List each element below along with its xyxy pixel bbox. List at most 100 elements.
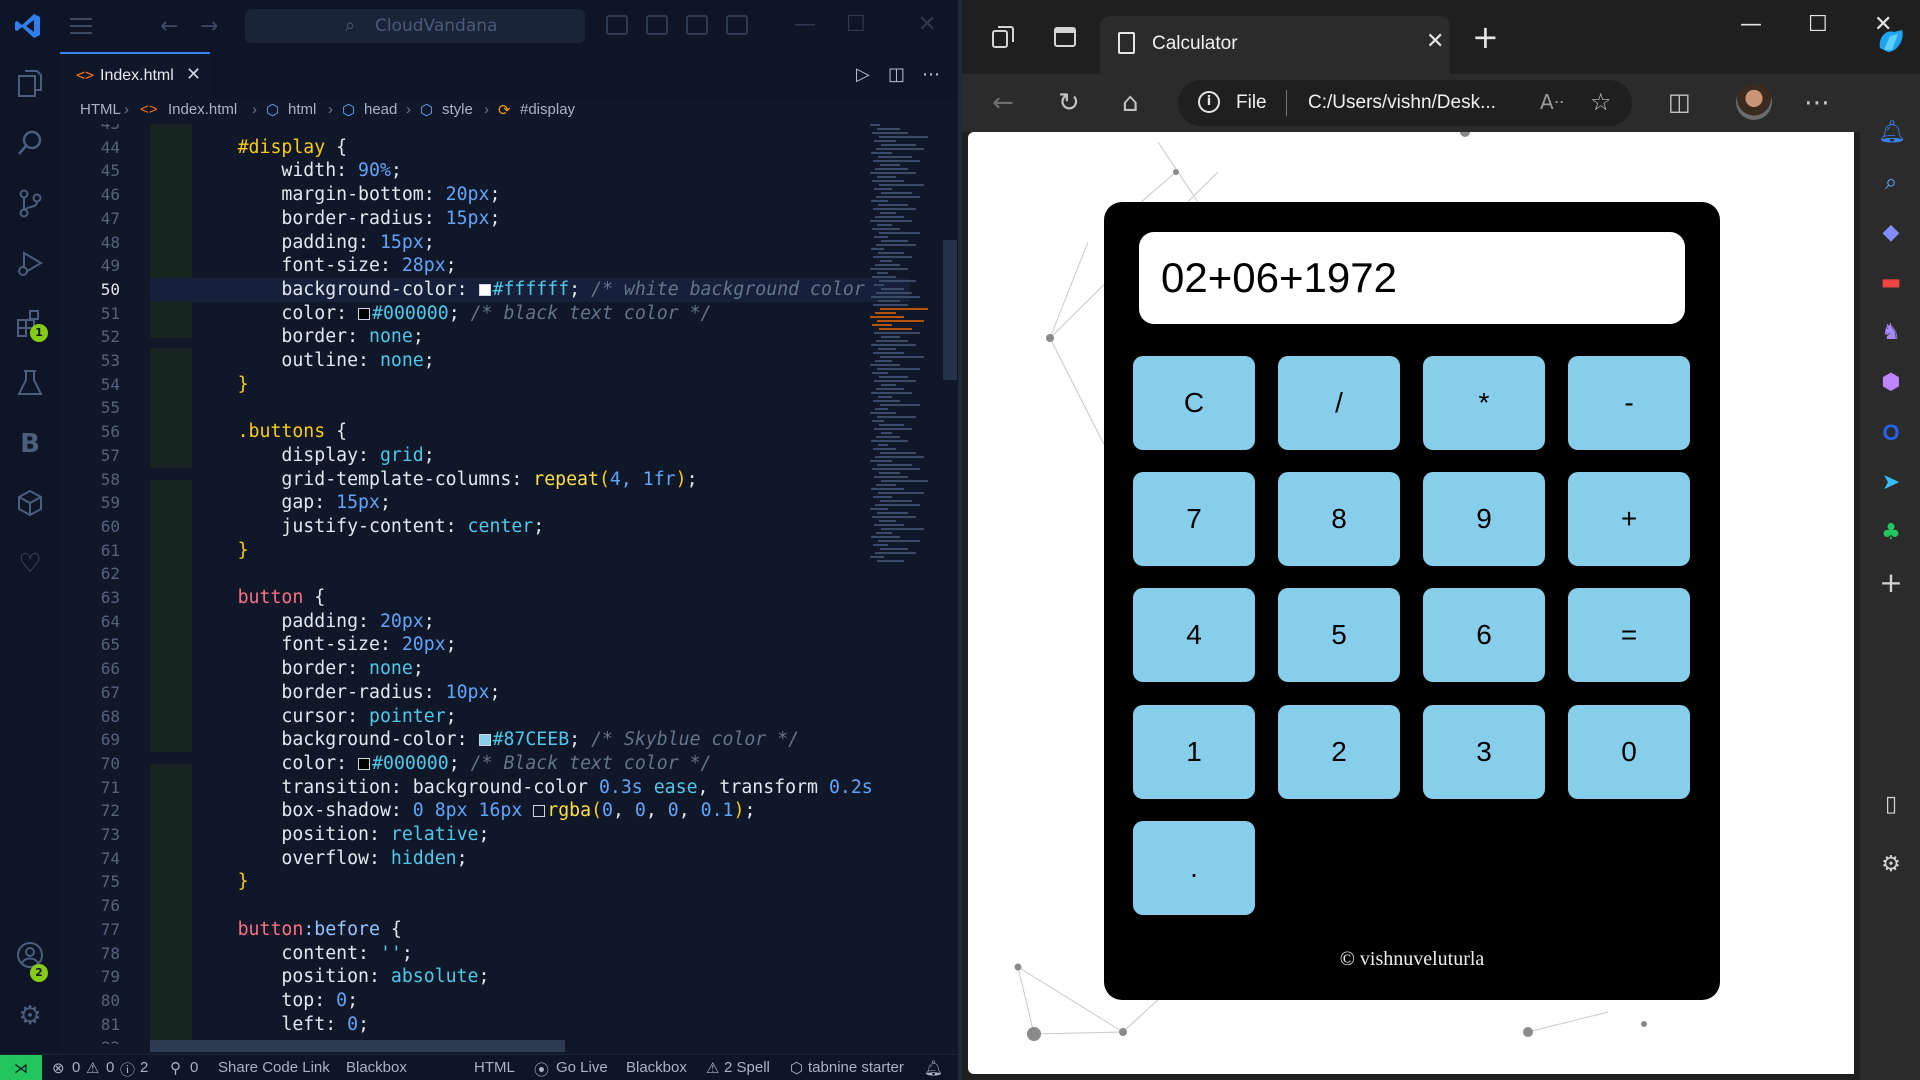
- tree-icon[interactable]: ♣: [1878, 520, 1904, 546]
- games-icon[interactable]: ♞: [1878, 320, 1904, 346]
- refresh-icon[interactable]: ↻: [1058, 88, 1080, 118]
- key-multiply[interactable]: *: [1423, 356, 1545, 450]
- color-swatch[interactable]: [478, 283, 491, 296]
- blackbox-status[interactable]: Blackbox: [626, 1059, 687, 1076]
- breadcrumb-item[interactable]: #display: [520, 101, 575, 118]
- breadcrumb-item[interactable]: html: [288, 101, 316, 118]
- color-swatch[interactable]: [478, 734, 491, 747]
- cube-icon[interactable]: [14, 488, 46, 520]
- toggle-sidebar-icon[interactable]: [606, 15, 628, 35]
- back-icon[interactable]: ←: [992, 88, 1014, 118]
- key-8[interactable]: 8: [1278, 472, 1400, 566]
- search-icon[interactable]: ⌕: [1878, 170, 1904, 196]
- breadcrumb-item[interactable]: style: [442, 101, 473, 118]
- explorer-icon[interactable]: [14, 68, 46, 100]
- sidebar-toggle-icon[interactable]: ▯: [1878, 792, 1904, 818]
- breadcrumb-item[interactable]: head: [364, 101, 397, 118]
- share-code-link[interactable]: Share Code Link: [218, 1059, 330, 1076]
- blackbox-icon[interactable]: B: [14, 428, 46, 460]
- customize-layout-icon[interactable]: [726, 15, 748, 35]
- more-options-icon[interactable]: ⋯: [1804, 88, 1830, 118]
- maximize-icon[interactable]: ☐: [1808, 12, 1828, 37]
- key-subtract[interactable]: -: [1568, 356, 1690, 450]
- color-swatch[interactable]: [358, 307, 371, 320]
- forward-icon[interactable]: →: [200, 14, 218, 39]
- tools-icon[interactable]: ▬: [1878, 270, 1904, 296]
- minimize-icon[interactable]: —: [794, 12, 816, 37]
- spell-icon[interactable]: ⚠: [706, 1059, 719, 1077]
- testing-icon[interactable]: [14, 368, 46, 400]
- horizontal-scrollbar[interactable]: [150, 1040, 565, 1052]
- read-aloud-icon[interactable]: Aᐧᐧ: [1540, 90, 1564, 114]
- errors-icon[interactable]: ⊗: [52, 1059, 65, 1077]
- warnings-icon[interactable]: ⚠: [86, 1059, 99, 1077]
- tab-actions-icon[interactable]: [1052, 24, 1078, 50]
- blackbox-status[interactable]: Blackbox: [346, 1059, 407, 1076]
- warnings-count[interactable]: 0: [106, 1059, 114, 1076]
- errors-count[interactable]: 0: [72, 1059, 80, 1076]
- toggle-secondary-sidebar-icon[interactable]: [686, 15, 708, 35]
- menu-icon[interactable]: [70, 16, 94, 36]
- source-control-icon[interactable]: [14, 188, 46, 220]
- key-7[interactable]: 7: [1133, 472, 1255, 566]
- settings-gear-icon[interactable]: ⚙: [14, 1000, 46, 1032]
- split-editor-icon[interactable]: ◫: [888, 64, 905, 85]
- spell-status[interactable]: 2 Spell: [724, 1059, 770, 1076]
- more-actions-icon[interactable]: ⋯: [922, 64, 940, 85]
- home-icon[interactable]: ⌂: [1122, 88, 1139, 118]
- key-3[interactable]: 3: [1423, 705, 1545, 799]
- maximize-icon[interactable]: ☐: [846, 12, 866, 37]
- key-clear[interactable]: C: [1133, 356, 1255, 450]
- minimize-icon[interactable]: —: [1740, 12, 1762, 37]
- command-center-search[interactable]: ⌕ CloudVandana: [245, 9, 585, 43]
- color-swatch[interactable]: [358, 757, 371, 770]
- breadcrumb-item[interactable]: HTML: [80, 101, 121, 118]
- address-bar[interactable]: i File C:/Users/vishn/Desk... Aᐧᐧ ☆: [1178, 80, 1632, 126]
- add-sidebar-icon[interactable]: +: [1878, 569, 1904, 597]
- key-5[interactable]: 5: [1278, 588, 1400, 682]
- ports-count[interactable]: 0: [190, 1059, 198, 1076]
- key-decimal[interactable]: .: [1133, 821, 1255, 915]
- info-icon[interactable]: i: [1198, 91, 1220, 113]
- color-swatch[interactable]: [533, 805, 546, 818]
- key-9[interactable]: 9: [1423, 472, 1545, 566]
- info-count[interactable]: 2: [140, 1059, 148, 1076]
- breadcrumb-item[interactable]: Index.html: [168, 101, 237, 118]
- run-debug-icon[interactable]: [14, 248, 46, 280]
- shopping-tag-icon[interactable]: ◆: [1878, 220, 1904, 246]
- search-icon[interactable]: [14, 128, 46, 160]
- remote-indicator-icon[interactable]: ⋊: [0, 1055, 42, 1080]
- go-live-icon[interactable]: ⦿: [534, 1059, 549, 1080]
- tab-calculator[interactable]: Calculator ✕: [1100, 16, 1450, 74]
- notification-bell-icon[interactable]: 🔔︎: [1878, 120, 1906, 146]
- avatar[interactable]: [1736, 84, 1772, 120]
- vertical-scrollbar[interactable]: [943, 240, 957, 380]
- send-icon[interactable]: ➤: [1878, 470, 1904, 496]
- notifications-bell-icon[interactable]: 🔔︎: [924, 1059, 943, 1077]
- heart-icon[interactable]: ♡: [14, 548, 46, 580]
- close-window-icon[interactable]: ✕: [918, 12, 936, 37]
- tabnine-icon[interactable]: ⬡: [790, 1059, 803, 1077]
- address-url[interactable]: C:/Users/vishn/Desk...: [1308, 92, 1496, 114]
- microsoft-365-icon[interactable]: ⬢: [1878, 370, 1904, 396]
- new-tab-icon[interactable]: +: [1472, 18, 1499, 56]
- split-screen-icon[interactable]: ◫: [1668, 88, 1691, 116]
- ports-icon[interactable]: ⚲: [170, 1059, 181, 1077]
- key-add[interactable]: +: [1568, 472, 1690, 566]
- info-icon[interactable]: ⓘ: [120, 1059, 135, 1080]
- settings-gear-icon[interactable]: ⚙: [1878, 852, 1904, 878]
- key-equals[interactable]: =: [1568, 588, 1690, 682]
- tabnine-status[interactable]: tabnine starter: [808, 1059, 904, 1076]
- key-4[interactable]: 4: [1133, 588, 1255, 682]
- go-live-button[interactable]: Go Live: [556, 1059, 608, 1076]
- run-icon[interactable]: ▷: [856, 64, 870, 85]
- copilot-icon[interactable]: [1874, 24, 1908, 58]
- language-mode[interactable]: HTML: [474, 1059, 515, 1076]
- minimap[interactable]: [870, 124, 928, 564]
- close-tab-icon[interactable]: ✕: [1426, 29, 1444, 54]
- key-6[interactable]: 6: [1423, 588, 1545, 682]
- calculator-display[interactable]: 02+06+1972: [1139, 232, 1685, 324]
- favorite-star-icon[interactable]: ☆: [1590, 88, 1612, 116]
- key-1[interactable]: 1: [1133, 705, 1255, 799]
- key-0[interactable]: 0: [1568, 705, 1690, 799]
